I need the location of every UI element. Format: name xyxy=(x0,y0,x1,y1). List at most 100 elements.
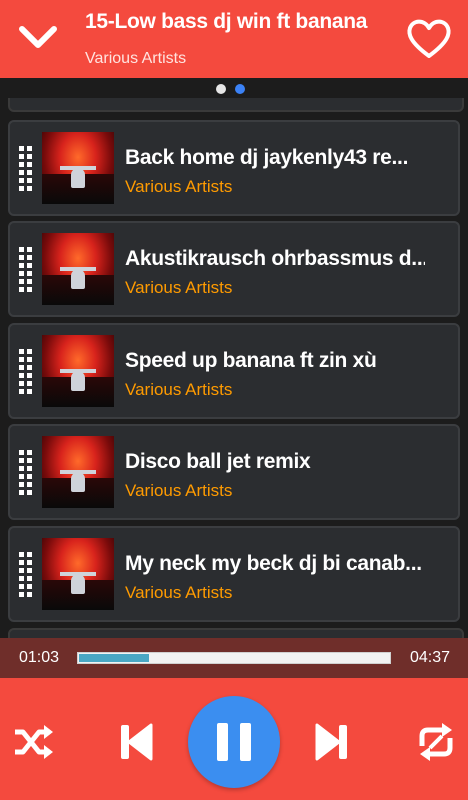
grip-dot xyxy=(19,357,24,362)
grip-dot xyxy=(19,458,24,463)
grip-dot xyxy=(27,373,32,378)
grip-dot xyxy=(27,247,32,252)
grip-dot xyxy=(27,271,32,276)
album-art xyxy=(42,132,114,204)
grip-dot xyxy=(19,474,24,479)
drag-handle-icon[interactable] xyxy=(19,552,33,598)
grip-dot xyxy=(27,154,32,159)
album-art xyxy=(42,436,114,508)
drag-handle-icon[interactable] xyxy=(19,146,33,192)
song-list[interactable]: Back home dj jaykenly43 re... Various Ar… xyxy=(0,98,468,638)
grip-dot xyxy=(19,247,24,252)
progress-section: 01:03 04:37 xyxy=(0,638,468,678)
grip-dot xyxy=(27,592,32,597)
grip-dot xyxy=(19,178,24,183)
page-dot-active[interactable] xyxy=(235,84,245,94)
song-row[interactable]: My neck my beck dj bi canab... Various A… xyxy=(8,526,460,622)
grip-dot xyxy=(27,178,32,183)
grip-dot xyxy=(19,365,24,370)
grip-dot xyxy=(27,263,32,268)
now-playing-title: 15-Low bass dj win ft banana xyxy=(85,10,368,33)
total-time: 04:37 xyxy=(410,649,451,666)
grip-dot xyxy=(27,466,32,471)
seek-bar[interactable] xyxy=(77,652,391,664)
grip-dot xyxy=(19,490,24,495)
grip-dot xyxy=(27,389,32,394)
song-title: My neck my beck dj bi canab... xyxy=(125,552,422,575)
drag-handle-icon[interactable] xyxy=(19,450,33,496)
song-row[interactable]: Back home dj jaykenly43 re... Various Ar… xyxy=(8,120,460,216)
grip-dot xyxy=(27,146,32,151)
grip-dot xyxy=(27,287,32,292)
song-row[interactable]: Akustikrausch ohrbassmus d... Various Ar… xyxy=(8,221,460,317)
header: 15-Low bass dj win ft banana Various Art… xyxy=(0,0,468,78)
seek-bar-fill xyxy=(79,654,149,662)
list-item-partial xyxy=(8,628,464,638)
collapse-button[interactable] xyxy=(16,20,60,56)
grip-dot xyxy=(27,482,32,487)
shuffle-button[interactable] xyxy=(12,722,54,766)
grip-dot xyxy=(19,576,24,581)
repeat-icon xyxy=(419,723,453,761)
favorite-button[interactable] xyxy=(406,18,452,60)
pause-button[interactable] xyxy=(188,696,280,788)
grip-dot xyxy=(19,162,24,167)
repeat-button[interactable] xyxy=(414,720,458,768)
grip-dot xyxy=(19,279,24,284)
playback-controls xyxy=(0,678,468,800)
grip-dot xyxy=(19,584,24,589)
song-title: Disco ball jet remix xyxy=(125,450,311,473)
grip-dot xyxy=(19,349,24,354)
drag-handle-icon[interactable] xyxy=(19,349,33,395)
page-dot[interactable] xyxy=(216,84,226,94)
previous-button[interactable] xyxy=(118,722,154,766)
next-icon xyxy=(315,723,347,761)
grip-dot xyxy=(19,568,24,573)
song-title: Speed up banana ft zin xù xyxy=(125,349,377,372)
grip-dot xyxy=(27,584,32,589)
current-time: 01:03 xyxy=(19,649,60,666)
grip-dot xyxy=(19,271,24,276)
song-artist: Various Artists xyxy=(125,481,233,500)
grip-dot xyxy=(27,450,32,455)
grip-dot xyxy=(19,170,24,175)
grip-dot xyxy=(27,474,32,479)
grip-dot xyxy=(27,490,32,495)
grip-dot xyxy=(27,560,32,565)
song-artist: Various Artists xyxy=(125,583,233,602)
grip-dot xyxy=(19,154,24,159)
song-title: Akustikrausch ohrbassmus d... xyxy=(125,247,425,270)
song-row[interactable]: Speed up banana ft zin xù Various Artist… xyxy=(8,323,460,419)
previous-icon xyxy=(121,723,153,761)
pause-icon xyxy=(217,723,251,761)
grip-dot xyxy=(19,373,24,378)
now-playing-artist: Various Artists xyxy=(85,50,187,67)
grip-dot xyxy=(27,552,32,557)
grip-dot xyxy=(27,458,32,463)
grip-dot xyxy=(19,186,24,191)
grip-dot xyxy=(19,263,24,268)
grip-dot xyxy=(19,592,24,597)
next-button[interactable] xyxy=(314,722,350,766)
grip-dot xyxy=(27,255,32,260)
song-artist: Various Artists xyxy=(125,177,233,196)
shuffle-icon xyxy=(15,725,53,759)
grip-dot xyxy=(27,349,32,354)
grip-dot xyxy=(19,146,24,151)
album-art xyxy=(42,538,114,610)
grip-dot xyxy=(19,560,24,565)
grip-dot xyxy=(27,568,32,573)
song-row[interactable]: Disco ball jet remix Various Artists xyxy=(8,424,460,520)
grip-dot xyxy=(27,365,32,370)
grip-dot xyxy=(19,287,24,292)
grip-dot xyxy=(27,186,32,191)
album-art xyxy=(42,233,114,305)
song-artist: Various Artists xyxy=(125,278,233,297)
grip-dot xyxy=(27,357,32,362)
heart-icon xyxy=(407,19,451,58)
drag-handle-icon[interactable] xyxy=(19,247,33,293)
chevron-down-icon xyxy=(19,26,57,48)
page-indicator xyxy=(0,82,468,94)
grip-dot xyxy=(19,552,24,557)
grip-dot xyxy=(27,279,32,284)
